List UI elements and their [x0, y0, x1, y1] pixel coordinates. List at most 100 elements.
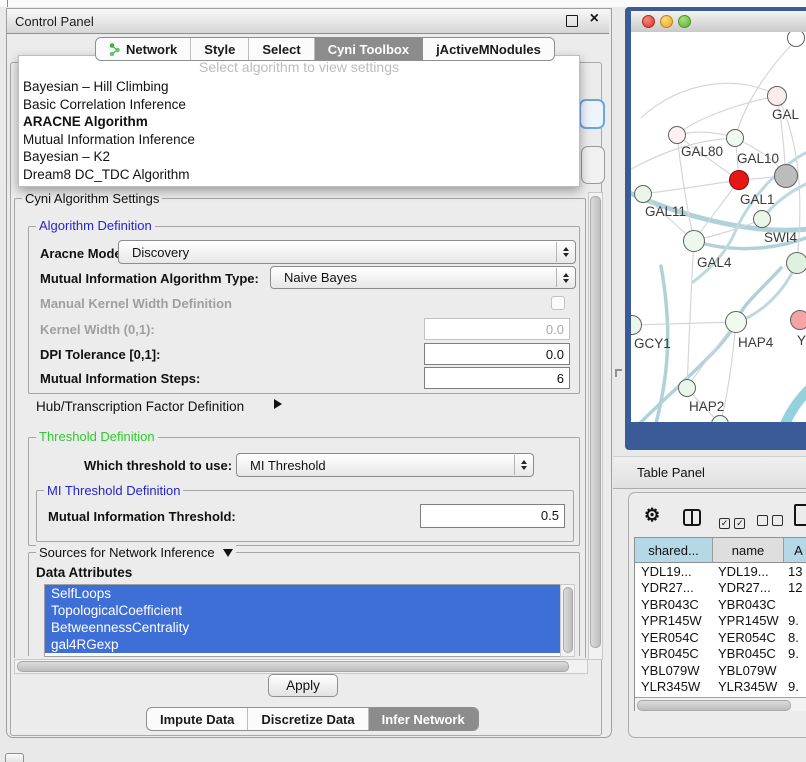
apply-button[interactable]: Apply — [268, 674, 338, 697]
select-all-icon[interactable]: ✓ ✓ — [719, 513, 745, 531]
mi-algorithm-type-label: Mutual Information Algorithm Type: — [40, 271, 259, 286]
network-node-hap2[interactable] — [678, 379, 696, 397]
mi-threshold-field[interactable]: 0.5 — [420, 504, 565, 528]
sources-group-title[interactable]: Sources for Network Inference — [36, 545, 236, 560]
table-row[interactable]: YPR145WYPR145W9. — [635, 613, 806, 630]
column-header-shared[interactable]: shared... — [635, 537, 713, 563]
zoom-traffic-light-icon[interactable] — [678, 15, 691, 28]
data-attributes-list: SelfLoopsTopologicalCoefficientBetweenne… — [44, 584, 562, 657]
network-view-canvas[interactable]: GALGAL80GAL10GAL1GAL11SWI4GAL4GCY1HAP4YH… — [631, 32, 806, 422]
columns-icon[interactable] — [683, 509, 701, 526]
expand-right-icon[interactable] — [274, 399, 282, 409]
algorithm-option[interactable]: Basic Correlation Inference — [19, 96, 579, 114]
table-row[interactable]: YDR27...YDR27...12 — [635, 580, 806, 597]
tab-style[interactable]: Style — [191, 38, 249, 60]
tab-network[interactable]: Network — [96, 38, 191, 60]
scrollbar-thumb[interactable] — [590, 196, 601, 648]
algorithm-popup: Select algorithm to view settings Bayesi… — [18, 55, 580, 187]
table-row[interactable]: YER054CYER054C8. — [635, 629, 806, 646]
network-node-gal11[interactable] — [634, 185, 652, 203]
network-node[interactable] — [786, 252, 806, 274]
settings-vscrollbar[interactable] — [588, 192, 603, 660]
network-window-titlebar[interactable] — [631, 11, 806, 33]
table-cell: YBL079W — [713, 663, 784, 678]
network-node-gal1[interactable] — [729, 170, 749, 190]
hub-definition-header[interactable]: Hub/Transcription Factor Definition — [36, 399, 244, 414]
combo-stepper-icon — [556, 242, 574, 262]
settings-hscrollbar[interactable] — [14, 659, 588, 674]
mi-algorithm-type-select[interactable]: Naive Bayes — [270, 266, 576, 289]
algorithm-option[interactable]: ARACNE Algorithm — [19, 113, 579, 131]
tab-discretize-data[interactable]: Discretize Data — [248, 708, 368, 730]
table-hscrollbar[interactable] — [635, 697, 806, 711]
control-panel-title: Control Panel — [15, 14, 94, 29]
control-panel-tabs: NetworkStyleSelectCyni ToolboxjActiveMNo… — [95, 37, 555, 61]
scrollbar-thumb[interactable] — [637, 700, 791, 711]
mi-threshold-group-title: MI Threshold Definition — [44, 483, 183, 498]
gear-icon[interactable]: ⚙ — [644, 506, 660, 524]
scrollbar-thumb[interactable] — [17, 661, 569, 672]
table-cell: YDR27... — [635, 580, 713, 595]
which-threshold-label: Which threshold to use: — [84, 458, 232, 473]
column-header-a[interactable]: A — [784, 537, 806, 563]
data-attribute-item[interactable]: SelfLoops — [45, 585, 561, 602]
threshold-definition-title: Threshold Definition — [36, 429, 158, 444]
column-header-name[interactable]: name — [713, 537, 784, 563]
float-icon[interactable] — [566, 15, 578, 27]
minimize-traffic-light-icon[interactable] — [660, 15, 673, 28]
network-node[interactable] — [774, 164, 798, 188]
which-threshold-select[interactable]: MI Threshold — [236, 453, 534, 477]
node-label: GAL4 — [697, 255, 732, 270]
tab-infer-network[interactable]: Infer Network — [369, 708, 478, 730]
collapse-down-icon[interactable] — [223, 549, 233, 557]
close-icon[interactable]: × — [590, 10, 599, 28]
node-label: Y — [797, 333, 806, 348]
table-row[interactable]: YBR045CYBR045C9. — [635, 646, 806, 663]
table-row[interactable]: YBR043CYBR043C — [635, 596, 806, 613]
deselect-all-icon[interactable] — [757, 513, 783, 531]
panel-toggle-button[interactable] — [5, 753, 24, 762]
network-node-gal80[interactable] — [668, 126, 686, 144]
table-header-row: shared...nameA — [635, 537, 806, 563]
tab-jactivemnodules[interactable]: jActiveMNodules — [423, 38, 554, 60]
attribute-list-scrollbar[interactable] — [560, 584, 575, 657]
table-row[interactable]: YDL19...YDL19...13 — [635, 563, 806, 580]
combo-stepper-icon — [514, 455, 532, 475]
network-node-y[interactable] — [790, 310, 806, 330]
algorithm-option[interactable]: Dream8 DC_TDC Algorithm — [19, 166, 579, 184]
node-label: GAL11 — [645, 204, 686, 219]
kernel-width-field[interactable]: 0.0 — [424, 318, 570, 340]
node-label: GAL — [772, 107, 799, 122]
network-node-hap4[interactable] — [725, 311, 747, 333]
aracne-mode-select[interactable]: Discovery — [118, 240, 576, 264]
table-row[interactable]: YLR345WYLR345W9. — [635, 679, 806, 696]
algorithm-option[interactable]: Bayesian – Hill Climbing — [19, 78, 579, 96]
close-traffic-light-icon[interactable] — [642, 15, 655, 28]
network-node-gal[interactable] — [767, 86, 787, 106]
table-cell: YBL079W — [635, 663, 713, 678]
panel-divider-handle[interactable] — [615, 369, 622, 377]
export-table-icon[interactable] — [794, 504, 806, 526]
node-label: GCY1 — [634, 336, 671, 351]
table-cell: 9. — [784, 679, 806, 694]
scrollbar-thumb[interactable] — [563, 587, 573, 653]
network-node-swi4[interactable] — [753, 210, 771, 228]
algorithm-popup-hint: Select algorithm to view settings — [19, 59, 579, 75]
tab-impute-data[interactable]: Impute Data — [147, 708, 248, 730]
data-attribute-item[interactable]: TopologicalCoefficient — [45, 602, 561, 619]
network-node-gal4[interactable] — [683, 230, 705, 252]
tab-cyni-toolbox[interactable]: Cyni Toolbox — [315, 38, 423, 60]
data-attribute-item[interactable]: gal4RGexp — [45, 636, 561, 653]
data-attribute-item[interactable]: BetweennessCentrality — [45, 619, 561, 636]
mi-steps-field[interactable]: 6 — [424, 367, 570, 389]
network-node-gal10[interactable] — [726, 129, 744, 147]
table-cell: YER054C — [713, 630, 784, 645]
table-row[interactable]: YBL079WYBL079W — [635, 662, 806, 679]
algorithm-option[interactable]: Mutual Information Inference — [19, 131, 579, 149]
tab-select[interactable]: Select — [249, 38, 314, 60]
control-panel-titlebar: Control Panel × — [7, 9, 609, 34]
algorithm-option[interactable]: Bayesian – K2 — [19, 148, 579, 166]
table-cell: 12 — [784, 580, 806, 595]
manual-kernel-checkbox[interactable] — [551, 296, 565, 310]
dpi-tolerance-field[interactable]: 0.0 — [424, 343, 570, 365]
